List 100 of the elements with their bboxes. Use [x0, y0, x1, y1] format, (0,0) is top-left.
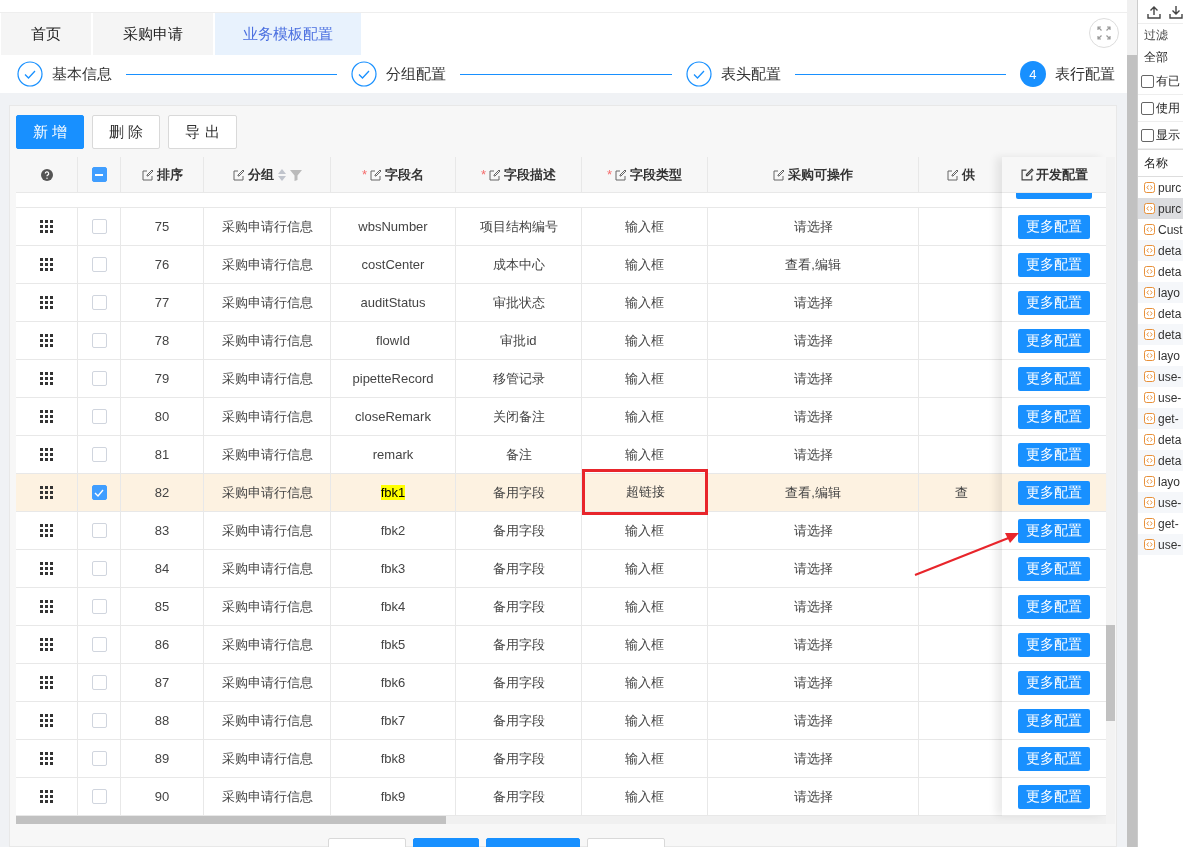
table-cell: 关闭备注 — [492, 407, 545, 426]
row-checkbox[interactable] — [91, 713, 107, 728]
table-cell: 输入框 — [625, 787, 664, 806]
table-cell: 80 — [154, 409, 170, 424]
upload-icon[interactable] — [1147, 5, 1161, 19]
row-checkbox[interactable] — [91, 561, 107, 576]
page-tab[interactable]: 首页 — [1, 13, 91, 55]
file-list-item[interactable]: layo — [1138, 471, 1183, 492]
page-scrollbar[interactable] — [1127, 0, 1137, 847]
row-checkbox[interactable] — [91, 523, 107, 538]
table-cell: 输入框 — [625, 673, 664, 692]
drag-handle-icon[interactable] — [40, 334, 53, 347]
horizontal-scrollbar[interactable] — [16, 816, 1106, 824]
row-checkbox[interactable] — [91, 257, 107, 272]
file-list-item[interactable]: use- — [1138, 366, 1183, 387]
file-list-item[interactable]: get- — [1138, 513, 1183, 534]
table-cell: 请选择 — [793, 787, 833, 806]
row-checkbox[interactable] — [91, 789, 107, 804]
help-icon — [40, 168, 53, 181]
table-cell: 备用字段 — [492, 521, 545, 540]
table-cell: 输入框 — [625, 255, 664, 274]
drag-handle-icon[interactable] — [40, 790, 53, 803]
row-checkbox[interactable] — [91, 599, 107, 614]
row-checkbox[interactable] — [91, 751, 107, 766]
table-cell: 输入框 — [625, 597, 664, 616]
toolbar-button[interactable]: 导 出 — [168, 115, 237, 149]
drag-handle-icon[interactable] — [40, 258, 53, 271]
row-checkbox[interactable] — [91, 409, 107, 424]
table-cell: 移管记录 — [492, 369, 545, 388]
file-list-item[interactable]: deta — [1138, 240, 1183, 261]
file-code-icon — [1144, 329, 1155, 340]
table-cell: 输入框 — [625, 407, 664, 426]
file-code-icon — [1144, 392, 1155, 403]
option-checkbox[interactable] — [1141, 128, 1154, 142]
select-all-checkbox[interactable] — [91, 167, 107, 182]
toolbar-button[interactable]: 删 除 — [92, 115, 161, 149]
table-cell: 备用字段 — [492, 635, 545, 654]
drag-handle-icon[interactable] — [40, 524, 53, 537]
table-cell: 备注 — [505, 445, 532, 464]
option-checkbox[interactable] — [1141, 74, 1154, 88]
filter-icon[interactable] — [289, 168, 302, 181]
table-cell: 86 — [154, 637, 170, 652]
row-checkbox[interactable] — [91, 637, 107, 652]
fullscreen-button[interactable] — [1089, 18, 1119, 48]
file-list-item[interactable]: get- — [1138, 408, 1183, 429]
row-checkbox[interactable] — [91, 485, 107, 500]
file-code-icon — [1144, 518, 1155, 529]
file-list-item[interactable]: deta — [1138, 324, 1183, 345]
column-header: 字段名 — [385, 165, 425, 184]
row-checkbox[interactable] — [91, 675, 107, 690]
file-list-item[interactable]: use- — [1138, 387, 1183, 408]
table-cell: fbk8 — [380, 751, 406, 766]
table-cell: 输入框 — [625, 293, 664, 312]
drag-handle-icon[interactable] — [40, 410, 53, 423]
drag-handle-icon[interactable] — [40, 448, 53, 461]
file-code-icon — [1144, 308, 1155, 319]
table-cell: 采购申请行信息 — [221, 559, 313, 578]
file-list-item[interactable]: deta — [1138, 303, 1183, 324]
table-cell: 备用字段 — [492, 597, 545, 616]
file-list-item[interactable]: deta — [1138, 429, 1183, 450]
file-list-item[interactable]: use- — [1138, 534, 1183, 555]
drag-handle-icon[interactable] — [40, 372, 53, 385]
row-checkbox[interactable] — [91, 295, 107, 310]
file-list-item[interactable]: deta — [1138, 261, 1183, 282]
sort-icon[interactable] — [276, 167, 287, 182]
drag-handle-icon[interactable] — [40, 486, 53, 499]
table-cell: fbk1 — [380, 485, 406, 500]
drag-handle-icon[interactable] — [40, 714, 53, 727]
drag-handle-icon[interactable] — [40, 752, 53, 765]
file-list-item[interactable]: layo — [1138, 345, 1183, 366]
file-list-item[interactable]: purc — [1138, 198, 1183, 219]
row-checkbox[interactable] — [91, 447, 107, 462]
required-asterisk: * — [361, 167, 368, 182]
vertical-scrollbar[interactable] — [1106, 157, 1115, 824]
page-tab[interactable]: 业务模板配置 — [215, 13, 361, 55]
option-checkbox[interactable] — [1141, 101, 1154, 115]
row-checkbox[interactable] — [91, 219, 107, 234]
filter-option[interactable]: 全部 — [1144, 48, 1168, 66]
table-cell: 采购申请行信息 — [221, 407, 313, 426]
file-code-icon — [1144, 434, 1155, 445]
table-cell: 采购申请行信息 — [221, 369, 313, 388]
drag-handle-icon[interactable] — [40, 562, 53, 575]
drag-handle-icon[interactable] — [40, 220, 53, 233]
download-icon[interactable] — [1169, 5, 1183, 19]
file-list-item[interactable]: layo — [1138, 282, 1183, 303]
drag-handle-icon[interactable] — [40, 676, 53, 689]
drag-handle-icon[interactable] — [40, 600, 53, 613]
table-cell: 87 — [154, 675, 170, 690]
file-list-item[interactable]: deta — [1138, 450, 1183, 471]
file-list-item[interactable]: use- — [1138, 492, 1183, 513]
table-cell: 请选择 — [793, 407, 833, 426]
file-list-item[interactable]: purc — [1138, 177, 1183, 198]
page-tab[interactable]: 采购申请 — [93, 13, 213, 55]
file-list-item[interactable]: Cust — [1138, 219, 1183, 240]
drag-handle-icon[interactable] — [40, 638, 53, 651]
table-cell: 采购申请行信息 — [221, 293, 313, 312]
drag-handle-icon[interactable] — [40, 296, 53, 309]
checkbox-label: 使用 — [1156, 99, 1180, 117]
row-checkbox[interactable] — [91, 371, 107, 386]
row-checkbox[interactable] — [91, 333, 107, 348]
